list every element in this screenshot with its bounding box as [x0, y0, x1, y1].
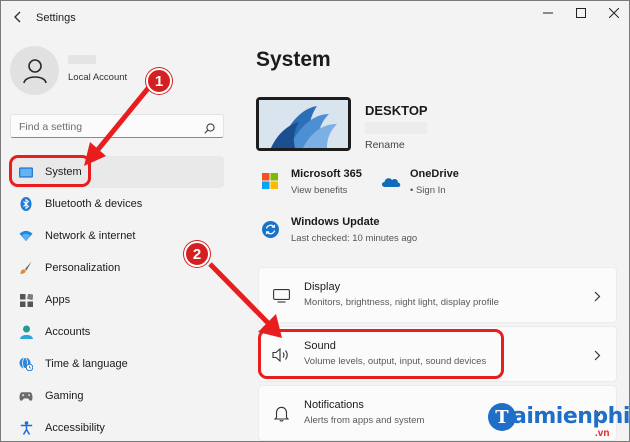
onedrive-subtitle: • Sign In: [410, 185, 446, 196]
wifi-icon: [19, 229, 33, 243]
sidebar-item-accessibility[interactable]: Accessibility: [10, 412, 224, 441]
sidebar-item-label: Accounts: [45, 326, 91, 338]
account-type-label: Local Account: [68, 72, 128, 83]
sidebar-item-label: Bluetooth & devices: [45, 198, 143, 210]
avatar[interactable]: [10, 46, 59, 95]
system-highlight-box: [9, 155, 91, 187]
microsoft-365-title: Microsoft 365: [291, 168, 362, 180]
microsoft-365-tile[interactable]: Microsoft 365 View benefits: [262, 168, 372, 200]
apps-icon: [19, 293, 33, 307]
display-card-title: Display: [304, 281, 341, 293]
blurred-user-name: [68, 55, 96, 64]
chevron-right-icon: [594, 289, 601, 307]
rename-link[interactable]: Rename: [365, 139, 405, 151]
brush-icon: [19, 261, 33, 275]
windows-update-title: Windows Update: [291, 216, 380, 228]
globe-clock-icon: [19, 357, 33, 371]
search-placeholder: Find a setting: [19, 121, 83, 133]
step-2-badge: 2: [184, 241, 210, 267]
watermark-text: aimienphi: [512, 404, 630, 429]
device-name: DESKTOP: [365, 103, 428, 118]
sidebar-item-label: Gaming: [45, 390, 84, 402]
display-card[interactable]: Display Monitors, brightness, night ligh…: [258, 267, 617, 323]
title-bar: Settings: [1, 1, 629, 35]
person-icon: [22, 58, 47, 83]
page-title: System: [256, 48, 331, 71]
gamepad-icon: [19, 389, 33, 403]
close-button[interactable]: [603, 5, 625, 21]
sidebar-item-time-language[interactable]: Time & language: [10, 348, 224, 380]
sidebar-item-label: Personalization: [45, 262, 121, 274]
blurred-device-detail: [365, 122, 427, 134]
search-input[interactable]: Find a setting: [10, 114, 224, 138]
settings-app-icon: [11, 10, 25, 24]
onedrive-tile[interactable]: OneDrive • Sign In: [381, 168, 491, 200]
sidebar-item-gaming[interactable]: Gaming: [10, 380, 224, 412]
sound-highlight-box: [258, 329, 504, 379]
windows-bloom-image: [259, 100, 348, 148]
microsoft-logo-icon: [262, 173, 278, 194]
watermark-suffix: .vn: [595, 428, 610, 439]
sidebar-item-label: Apps: [45, 294, 71, 306]
sidebar-item-label: Accessibility: [45, 422, 105, 434]
sidebar-item-bluetooth[interactable]: Bluetooth & devices: [10, 188, 224, 220]
microsoft-365-subtitle: View benefits: [291, 185, 348, 196]
minimize-button[interactable]: [537, 5, 559, 21]
windows-update-subtitle: Last checked: 10 minutes ago: [291, 233, 418, 244]
onedrive-cloud-icon: [381, 175, 401, 193]
notifications-card-title: Notifications: [304, 399, 364, 411]
windows-update-icon: [262, 221, 279, 243]
onedrive-title: OneDrive: [410, 168, 459, 180]
sidebar-item-accounts[interactable]: Accounts: [10, 316, 224, 348]
watermark-logo: T aimienphi .vn: [488, 401, 630, 441]
search-icon[interactable]: [204, 121, 215, 139]
sidebar-item-label: Time & language: [45, 358, 128, 370]
sidebar-item-label: Network & internet: [45, 230, 136, 242]
maximize-button[interactable]: [570, 5, 592, 21]
monitor-icon: [272, 288, 290, 304]
sidebar-nav: System Bluetooth & devices Network & int…: [10, 156, 224, 441]
accessibility-icon: [19, 421, 33, 435]
notifications-card-subtitle: Alerts from apps and system: [304, 415, 425, 426]
bluetooth-icon: [19, 197, 33, 211]
windows-update-tile[interactable]: Windows Update Last checked: 10 minutes …: [262, 216, 432, 248]
window-title: Settings: [36, 12, 76, 24]
step-1-badge: 1: [146, 68, 172, 94]
display-card-subtitle: Monitors, brightness, night light, displ…: [304, 297, 499, 308]
sidebar-item-apps[interactable]: Apps: [10, 284, 224, 316]
bell-icon: [272, 406, 290, 422]
device-wallpaper-thumbnail: [256, 97, 351, 151]
chevron-right-icon: [594, 348, 601, 366]
person-icon: [19, 325, 33, 339]
